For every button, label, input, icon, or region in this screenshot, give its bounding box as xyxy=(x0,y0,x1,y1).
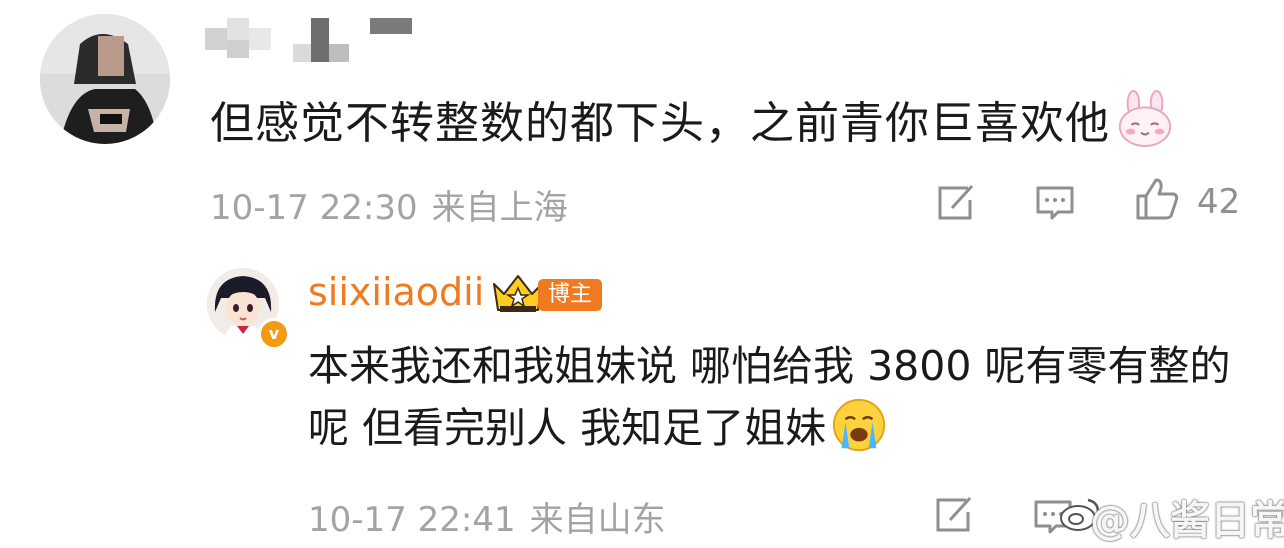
commenter-avatar[interactable] xyxy=(40,14,170,144)
verified-badge: v xyxy=(258,318,290,350)
reply-location: 来自山东 xyxy=(529,500,666,540)
reply-repost-icon[interactable] xyxy=(930,492,976,538)
like-count: 42 xyxy=(1197,182,1241,222)
like-icon[interactable] xyxy=(1134,176,1180,222)
reply-text: 本来我还和我姐妹说 哪怕给我 3800 呢有零有整的呢 但看完别人 我知足了姐妹 xyxy=(308,336,1238,458)
reply-text-content: 本来我还和我姐妹说 哪怕给我 3800 呢有零有整的呢 但看完别人 我知足了姐妹 xyxy=(308,342,1231,452)
repost-icon[interactable] xyxy=(932,180,978,226)
comment-location: 来自上海 xyxy=(431,188,568,228)
reply-username[interactable]: siixiiaodii xyxy=(308,270,484,314)
bunny-shy-emoji xyxy=(1118,90,1172,148)
comment-text: 但感觉不转整数的都下头，之前青你巨喜欢他 xyxy=(210,90,1174,154)
author-badge: 博主 xyxy=(538,279,603,311)
comment-icon[interactable] xyxy=(1032,180,1078,226)
crying-face-emoji xyxy=(832,398,886,452)
watermark-text: @八酱日常 xyxy=(1090,498,1284,544)
commenter-name-mosaic[interactable] xyxy=(205,18,425,66)
comment-time: 10-17 22:30 xyxy=(210,188,418,228)
reply-meta: 10-17 22:41 来自山东 xyxy=(308,492,666,541)
reply-time: 10-17 22:41 xyxy=(308,500,516,540)
comment-text-content: 但感觉不转整数的都下头，之前青你巨喜欢他 xyxy=(210,98,1110,149)
comment-meta: 10-17 22:30 来自上海 xyxy=(210,180,568,229)
